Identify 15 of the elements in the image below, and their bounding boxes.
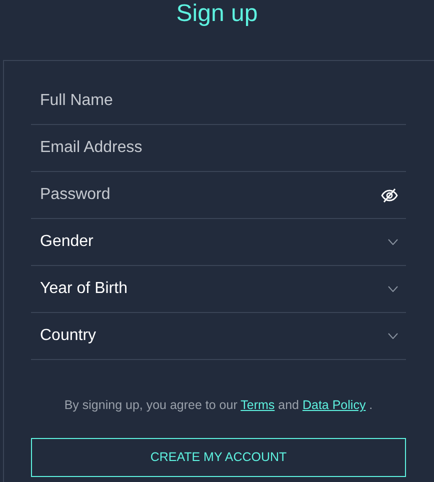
dropdown-field[interactable]: Gender <box>31 219 406 266</box>
page-title: Sign up <box>175 0 259 29</box>
chevron-down-icon <box>388 333 398 339</box>
chevron-down-icon <box>388 286 398 292</box>
input-field[interactable]: Full Name <box>40 89 398 113</box>
dropdown-field[interactable]: Year of Birth <box>31 266 406 313</box>
eye-slash-icon[interactable] <box>381 188 398 202</box>
input-field[interactable]: Email Address <box>40 136 398 160</box>
policy-link[interactable]: Terms <box>240 398 275 412</box>
chevron-down-icon <box>388 239 398 245</box>
password-field[interactable]: Password <box>40 183 381 207</box>
agreement-text: By signing up, you agree to our Terms and Data Policy . <box>63 397 374 414</box>
dropdown-field[interactable]: Country <box>31 313 406 360</box>
create-account-button[interactable]: CREATE MY ACCOUNT <box>31 438 406 477</box>
policy-link[interactable]: Data Policy <box>302 398 366 412</box>
